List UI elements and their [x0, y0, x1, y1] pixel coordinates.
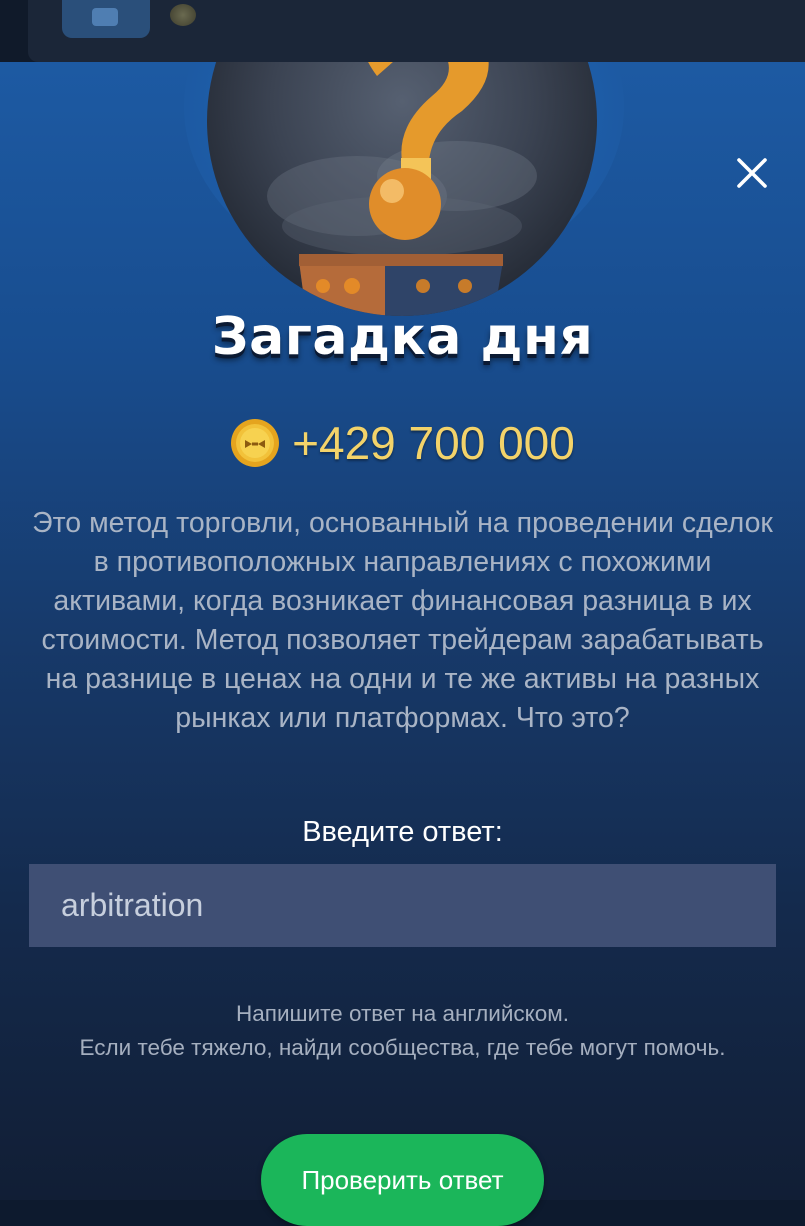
- modal-title: Загадка дня: [211, 307, 594, 367]
- reward-amount: +429 700 000: [292, 417, 575, 469]
- answer-label: Введите ответ:: [302, 816, 503, 848]
- close-icon: [737, 158, 767, 188]
- coin-icon: [231, 419, 280, 467]
- background-coin-icon: [170, 4, 196, 26]
- hint-line-2: Если тебе тяжело, найди сообщества, где …: [79, 1035, 726, 1060]
- check-answer-button[interactable]: Проверить ответ: [261, 1134, 544, 1226]
- question-mark-illustration: [207, 62, 597, 316]
- close-button[interactable]: [733, 154, 771, 192]
- background-app-icon: [62, 0, 150, 38]
- reward-row: +429 700 000: [0, 416, 805, 470]
- hint-line-1: Напишите ответ на английском.: [236, 1001, 569, 1026]
- background-page-header: [0, 0, 805, 62]
- hint-text: Напишите ответ на английском. Если тебе …: [40, 997, 765, 1065]
- riddle-question: Это метод торговли, основанный на провед…: [32, 507, 773, 734]
- answer-input[interactable]: [29, 864, 776, 947]
